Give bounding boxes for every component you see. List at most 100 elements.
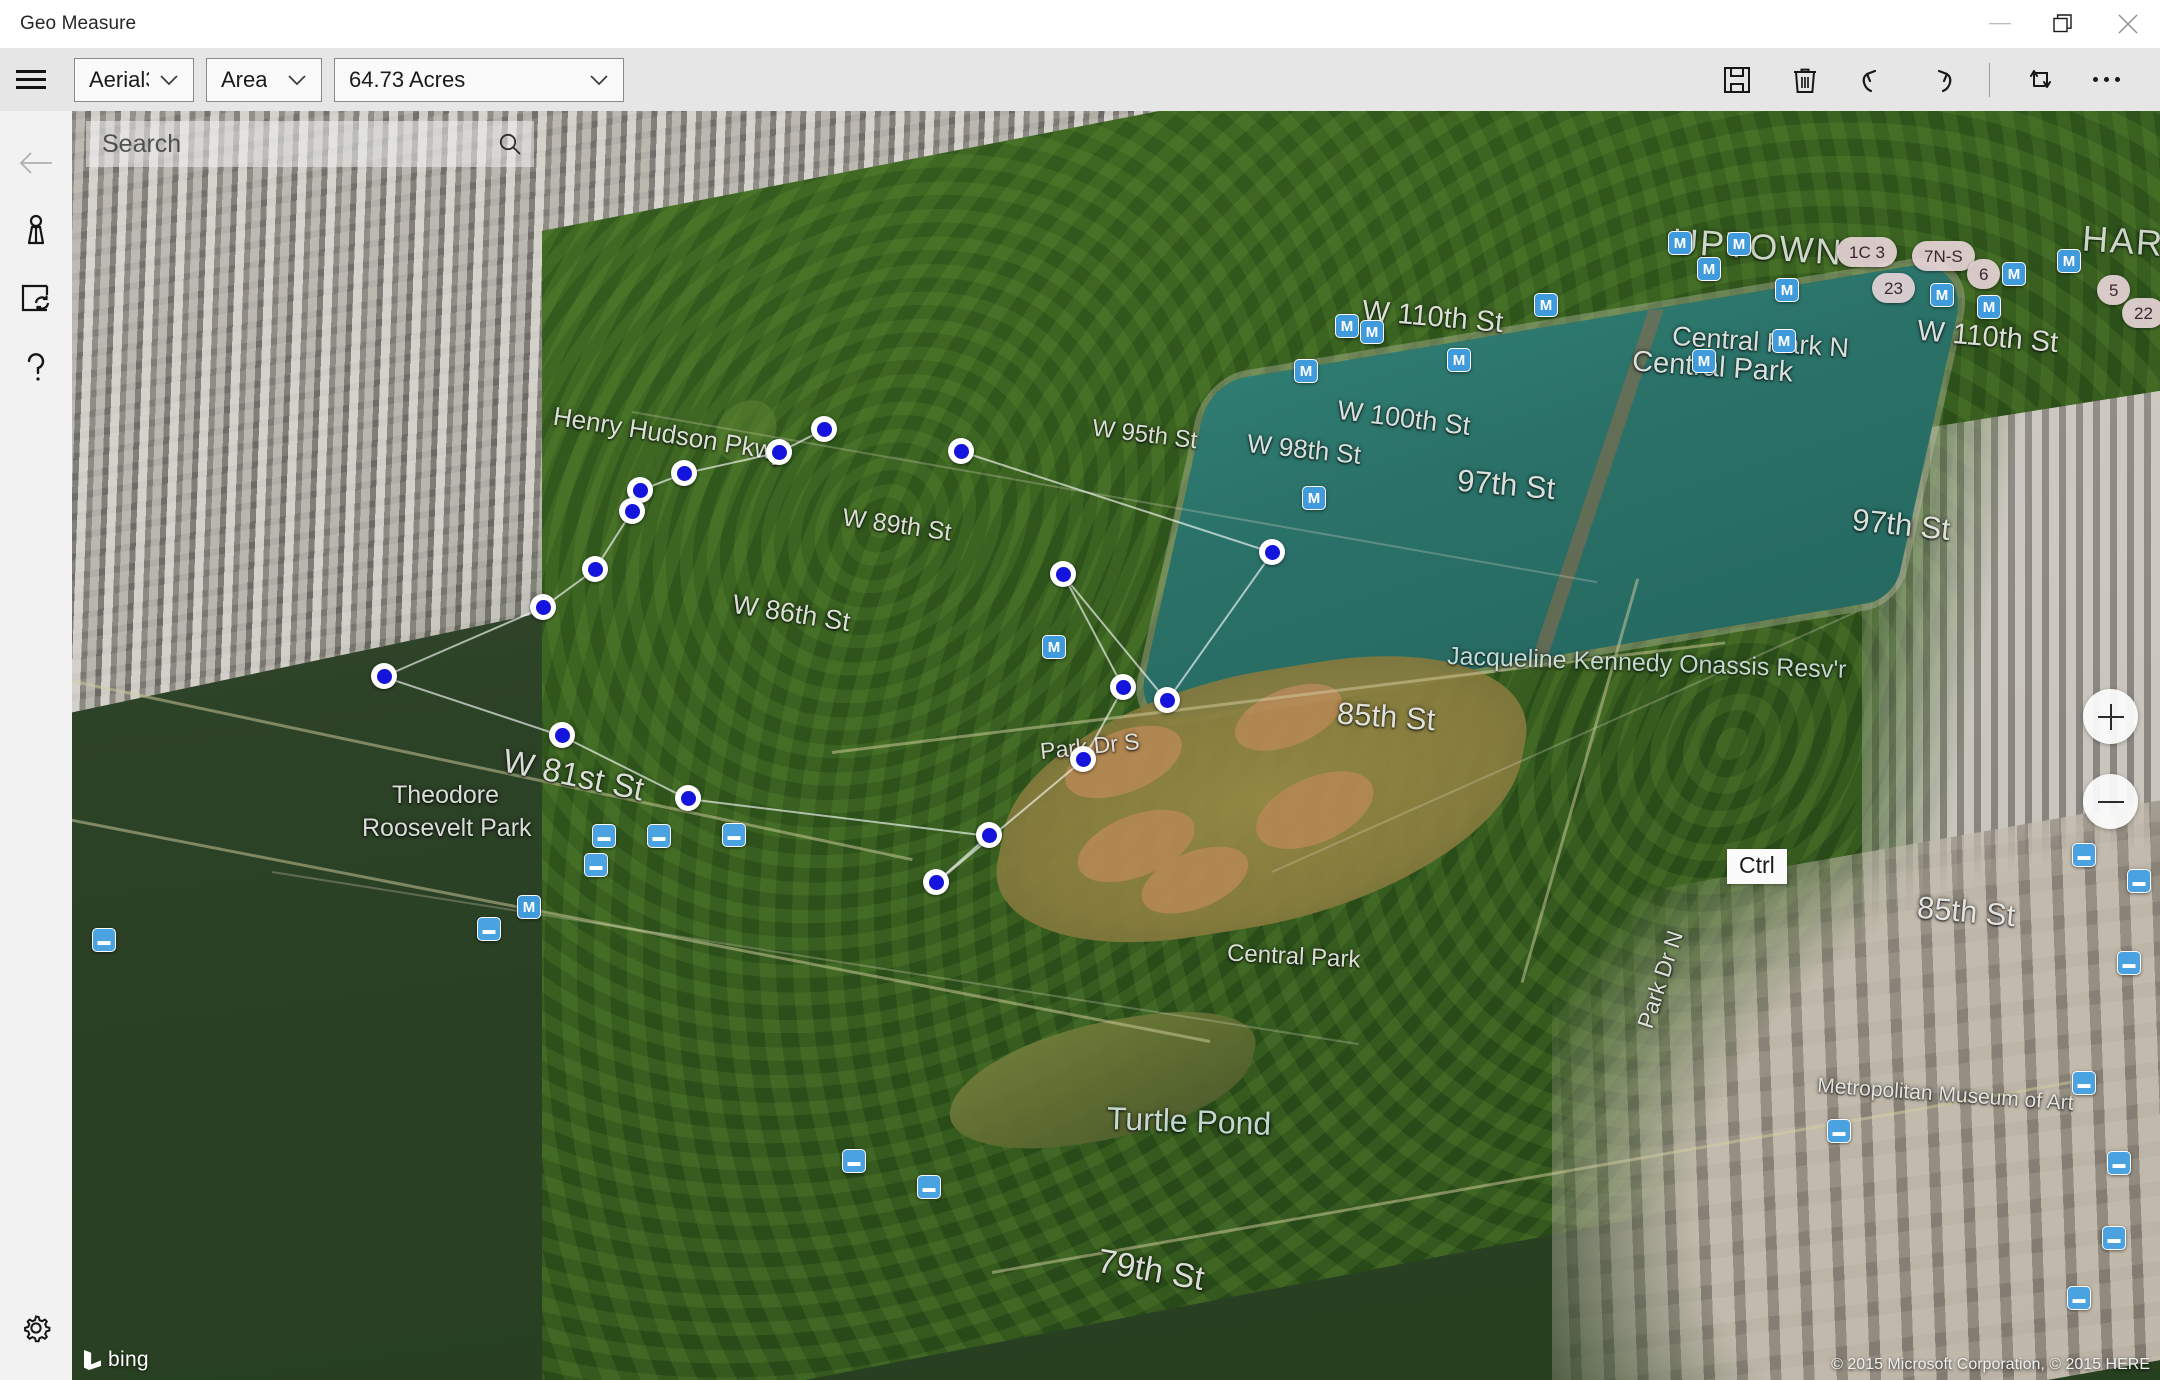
measurement-overlay[interactable] [72,111,2160,1380]
rail-bottom-group [0,1294,72,1362]
measurement-point[interactable] [811,416,837,442]
measurement-point-dot [1160,693,1175,708]
measurement-segment [1062,574,1123,688]
measurement-point[interactable] [675,785,701,811]
measurement-point-dot [1265,545,1280,560]
search-box[interactable] [86,121,534,167]
measure-tool-button[interactable] [0,197,72,265]
rail-top-group [0,111,72,401]
measurement-point[interactable] [1154,687,1180,713]
measurement-segment [688,798,989,836]
measurement-point-dot [588,562,603,577]
hamburger-lines [16,65,46,94]
redo-icon [1925,64,1957,96]
close-button[interactable] [2096,0,2160,48]
chevron-down-icon [149,74,193,86]
delete-button[interactable] [1771,48,1839,111]
save-button[interactable] [1703,48,1771,111]
measurement-point[interactable] [619,498,645,524]
map-style-value: Aerial3Ι [75,67,149,93]
undo-icon [1857,64,1889,96]
zoom-in-button[interactable] [2083,689,2138,744]
page-refresh-icon [18,281,54,317]
measurement-segment [684,452,779,474]
question-mark-icon [18,349,54,385]
redo-button[interactable] [1907,48,1975,111]
map-viewport[interactable]: UPTOWNHARLEMCentral Park NW 110th StW 11… [72,111,2160,1380]
measure-mode-value: Area [207,67,267,93]
measurement-point-dot [929,875,944,890]
measurement-point-dot [633,483,648,498]
measure-mode-dropdown[interactable]: Area [206,58,322,102]
search-button[interactable] [486,131,534,157]
search-icon [497,131,523,157]
left-rail [0,111,72,1380]
close-shape-button[interactable] [2004,48,2072,111]
measurement-point-dot [1076,752,1091,767]
zoom-out-button[interactable] [2083,774,2138,829]
trash-icon [1790,65,1820,95]
chevron-down-icon [579,74,623,86]
measurement-point[interactable] [766,439,792,465]
plus-icon [2098,704,2124,730]
measurement-point-dot [954,444,969,459]
measurement-value-dropdown[interactable]: 64.73 Acres [334,58,624,102]
convert-units-button[interactable] [0,265,72,333]
measurement-point-dot [681,791,696,806]
chevron-down-icon [277,74,321,86]
measurement-point-dot [677,466,692,481]
help-button[interactable] [0,333,72,401]
measurement-point[interactable] [671,460,697,486]
measurement-point[interactable] [582,556,608,582]
bing-logo[interactable]: bing [84,1348,149,1372]
measurement-point-dot [555,728,570,743]
measurement-value: 64.73 Acres [335,67,465,93]
more-options-button[interactable] [2072,48,2140,111]
menu-icon[interactable] [0,48,62,111]
measurement-point[interactable] [923,869,949,895]
ellipsis-icon [2093,77,2120,82]
minimize-button[interactable] [1968,0,2032,48]
measurement-segment [936,759,1084,883]
window-controls [1968,0,2160,48]
app-title: Geo Measure [20,13,136,35]
ctrl-tooltip: Ctrl [1727,849,1787,884]
measurement-point[interactable] [549,722,575,748]
measurement-point[interactable] [530,594,556,620]
measure-pin-icon [18,213,54,249]
measurement-point-dot [772,445,787,460]
measurement-point[interactable] [948,438,974,464]
settings-button[interactable] [0,1294,72,1362]
back-arrow-icon [17,147,55,179]
save-icon [1722,65,1752,95]
back-button[interactable] [0,129,72,197]
measurement-point-dot [1116,680,1131,695]
measurement-point[interactable] [1070,746,1096,772]
measurement-point-dot [625,504,640,519]
measurement-point-dot [1056,567,1071,582]
measurement-point[interactable] [1259,539,1285,565]
measurement-point[interactable] [371,663,397,689]
measurement-point-dot [536,600,551,615]
geo-measure-window: Geo Measure [0,0,2160,1380]
search-input[interactable] [86,130,486,159]
minus-icon [2098,789,2124,815]
measurement-point[interactable] [1110,674,1136,700]
measurement-segment [961,451,1272,553]
bing-wordmark: bing [108,1348,149,1372]
map-copyright: © 2015 Microsoft Corporation, © 2015 HER… [1831,1356,2150,1374]
measurement-segment [384,607,544,677]
title-bar: Geo Measure [0,0,2160,48]
zoom-controls [2083,689,2138,859]
gear-icon [18,1310,54,1346]
measurement-point-dot [377,669,392,684]
measurement-point-dot [982,828,997,843]
measurement-point[interactable] [1050,561,1076,587]
undo-button[interactable] [1839,48,1907,111]
map-style-dropdown[interactable]: Aerial3Ι [74,58,194,102]
measurement-point[interactable] [976,822,1002,848]
measurement-segment [384,676,562,736]
measurement-segment [562,735,689,799]
restore-button[interactable] [2032,0,2096,48]
toolbar-actions [1703,48,2160,111]
